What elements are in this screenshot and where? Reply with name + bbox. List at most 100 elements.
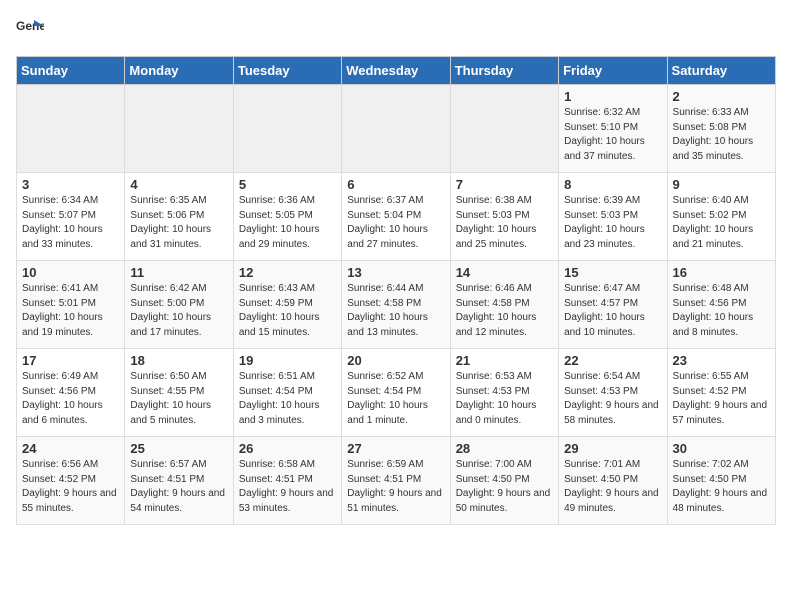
day-number: 3	[22, 177, 119, 192]
day-number: 21	[456, 353, 553, 368]
day-number: 29	[564, 441, 661, 456]
day-number: 12	[239, 265, 336, 280]
day-info: Sunrise: 6:58 AMSunset: 4:51 PMDaylight:…	[239, 459, 334, 514]
calendar: SundayMondayTuesdayWednesdayThursdayFrid…	[16, 56, 776, 525]
day-info: Sunrise: 6:34 AMSunset: 5:07 PMDaylight:…	[22, 195, 103, 250]
day-number: 1	[564, 89, 661, 104]
calendar-cell: 21Sunrise: 6:53 AMSunset: 4:53 PMDayligh…	[450, 349, 558, 437]
day-number: 24	[22, 441, 119, 456]
weekday-header-saturday: Saturday	[667, 57, 775, 85]
calendar-cell: 18 Sunrise: 6:50 AMSunset: 4:55 PMDayligh…	[125, 349, 233, 437]
calendar-cell	[450, 85, 558, 173]
day-info: Sunrise: 6:52 AMSunset: 4:54 PMDaylight:…	[347, 371, 428, 426]
day-info: Sunrise: 6:47 AMSunset: 4:57 PMDaylight:…	[564, 283, 645, 338]
calendar-cell: 27 Sunrise: 6:59 AMSunset: 4:51 PMDayligh…	[342, 437, 450, 525]
day-info: Sunrise: 6:41 AMSunset: 5:01 PMDaylight:…	[22, 283, 103, 338]
day-info: Sunrise: 6:40 AMSunset: 5:02 PMDaylight:…	[673, 195, 754, 250]
day-info: Sunrise: 6:55 AMSunset: 4:52 PMDaylight:…	[673, 371, 768, 426]
calendar-cell: 19 Sunrise: 6:51 AMSunset: 4:54 PMDayligh…	[233, 349, 341, 437]
calendar-cell: 17 Sunrise: 6:49 AMSunset: 4:56 PMDayligh…	[17, 349, 125, 437]
calendar-week-3: 10 Sunrise: 6:41 AMSunset: 5:01 PMDayligh…	[17, 261, 776, 349]
calendar-cell: 5 Sunrise: 6:36 AMSunset: 5:05 PMDaylight…	[233, 173, 341, 261]
day-number: 17	[22, 353, 119, 368]
day-info: Sunrise: 6:38 AMSunset: 5:03 PMDaylight:…	[456, 195, 537, 250]
calendar-cell: 24Sunrise: 6:56 AMSunset: 4:52 PMDayligh…	[17, 437, 125, 525]
day-number: 16	[673, 265, 770, 280]
day-info: Sunrise: 7:01 AMSunset: 4:50 PMDaylight:…	[564, 459, 659, 514]
day-info: Sunrise: 6:59 AMSunset: 4:51 PMDaylight:…	[347, 459, 442, 514]
day-number: 4	[130, 177, 227, 192]
header: General	[16, 16, 776, 44]
day-number: 14	[456, 265, 553, 280]
day-info: Sunrise: 6:44 AMSunset: 4:58 PMDaylight:…	[347, 283, 428, 338]
calendar-cell: 1 Sunrise: 6:32 AMSunset: 5:10 PMDaylight…	[559, 85, 667, 173]
weekday-header-row: SundayMondayTuesdayWednesdayThursdayFrid…	[17, 57, 776, 85]
logo: General	[16, 16, 48, 44]
day-info: Sunrise: 6:37 AMSunset: 5:04 PMDaylight:…	[347, 195, 428, 250]
calendar-cell: 7 Sunrise: 6:38 AMSunset: 5:03 PMDaylight…	[450, 173, 558, 261]
day-info: Sunrise: 6:39 AMSunset: 5:03 PMDaylight:…	[564, 195, 645, 250]
logo-icon: General	[16, 16, 44, 44]
day-number: 19	[239, 353, 336, 368]
calendar-cell: 25 Sunrise: 6:57 AMSunset: 4:51 PMDayligh…	[125, 437, 233, 525]
calendar-cell	[233, 85, 341, 173]
day-info: Sunrise: 6:33 AMSunset: 5:08 PMDaylight:…	[673, 107, 754, 162]
day-number: 20	[347, 353, 444, 368]
day-info: Sunrise: 6:48 AMSunset: 4:56 PMDaylight:…	[673, 283, 754, 338]
calendar-week-1: 1 Sunrise: 6:32 AMSunset: 5:10 PMDaylight…	[17, 85, 776, 173]
weekday-header-thursday: Thursday	[450, 57, 558, 85]
weekday-header-friday: Friday	[559, 57, 667, 85]
calendar-cell: 6 Sunrise: 6:37 AMSunset: 5:04 PMDaylight…	[342, 173, 450, 261]
day-number: 2	[673, 89, 770, 104]
calendar-cell: 22 Sunrise: 6:54 AMSunset: 4:53 PMDayligh…	[559, 349, 667, 437]
calendar-cell: 2 Sunrise: 6:33 AMSunset: 5:08 PMDaylight…	[667, 85, 775, 173]
day-number: 6	[347, 177, 444, 192]
day-number: 8	[564, 177, 661, 192]
weekday-header-wednesday: Wednesday	[342, 57, 450, 85]
weekday-header-sunday: Sunday	[17, 57, 125, 85]
calendar-cell: 13 Sunrise: 6:44 AMSunset: 4:58 PMDayligh…	[342, 261, 450, 349]
day-number: 15	[564, 265, 661, 280]
day-info: Sunrise: 6:57 AMSunset: 4:51 PMDaylight:…	[130, 459, 225, 514]
day-number: 27	[347, 441, 444, 456]
calendar-cell	[17, 85, 125, 173]
day-info: Sunrise: 7:00 AMSunset: 4:50 PMDaylight:…	[456, 459, 551, 514]
day-number: 13	[347, 265, 444, 280]
calendar-cell: 9 Sunrise: 6:40 AMSunset: 5:02 PMDaylight…	[667, 173, 775, 261]
calendar-week-4: 17 Sunrise: 6:49 AMSunset: 4:56 PMDayligh…	[17, 349, 776, 437]
calendar-cell: 10 Sunrise: 6:41 AMSunset: 5:01 PMDayligh…	[17, 261, 125, 349]
day-number: 18	[130, 353, 227, 368]
day-info: Sunrise: 6:50 AMSunset: 4:55 PMDaylight:…	[130, 371, 211, 426]
calendar-body: 1 Sunrise: 6:32 AMSunset: 5:10 PMDaylight…	[17, 85, 776, 525]
calendar-cell: 16 Sunrise: 6:48 AMSunset: 4:56 PMDayligh…	[667, 261, 775, 349]
day-info: Sunrise: 6:35 AMSunset: 5:06 PMDaylight:…	[130, 195, 211, 250]
day-number: 5	[239, 177, 336, 192]
calendar-cell: 11Sunrise: 6:42 AMSunset: 5:00 PMDayligh…	[125, 261, 233, 349]
day-info: Sunrise: 6:32 AMSunset: 5:10 PMDaylight:…	[564, 107, 645, 162]
calendar-cell	[125, 85, 233, 173]
weekday-header-monday: Monday	[125, 57, 233, 85]
day-number: 22	[564, 353, 661, 368]
day-number: 25	[130, 441, 227, 456]
calendar-week-5: 24Sunrise: 6:56 AMSunset: 4:52 PMDayligh…	[17, 437, 776, 525]
calendar-cell: 15 Sunrise: 6:47 AMSunset: 4:57 PMDayligh…	[559, 261, 667, 349]
day-info: Sunrise: 6:36 AMSunset: 5:05 PMDaylight:…	[239, 195, 320, 250]
calendar-cell: 28Sunrise: 7:00 AMSunset: 4:50 PMDayligh…	[450, 437, 558, 525]
day-info: Sunrise: 6:49 AMSunset: 4:56 PMDaylight:…	[22, 371, 103, 426]
day-number: 10	[22, 265, 119, 280]
day-number: 30	[673, 441, 770, 456]
day-info: Sunrise: 6:46 AMSunset: 4:58 PMDaylight:…	[456, 283, 537, 338]
day-number: 11	[130, 265, 227, 280]
weekday-header-tuesday: Tuesday	[233, 57, 341, 85]
day-number: 26	[239, 441, 336, 456]
day-number: 7	[456, 177, 553, 192]
day-info: Sunrise: 6:51 AMSunset: 4:54 PMDaylight:…	[239, 371, 320, 426]
calendar-cell: 12Sunrise: 6:43 AMSunset: 4:59 PMDayligh…	[233, 261, 341, 349]
calendar-cell: 23Sunrise: 6:55 AMSunset: 4:52 PMDayligh…	[667, 349, 775, 437]
calendar-cell: 29 Sunrise: 7:01 AMSunset: 4:50 PMDayligh…	[559, 437, 667, 525]
day-number: 9	[673, 177, 770, 192]
calendar-cell: 3 Sunrise: 6:34 AMSunset: 5:07 PMDaylight…	[17, 173, 125, 261]
calendar-week-2: 3 Sunrise: 6:34 AMSunset: 5:07 PMDaylight…	[17, 173, 776, 261]
day-info: Sunrise: 7:02 AMSunset: 4:50 PMDaylight:…	[673, 459, 768, 514]
day-info: Sunrise: 6:54 AMSunset: 4:53 PMDaylight:…	[564, 371, 659, 426]
